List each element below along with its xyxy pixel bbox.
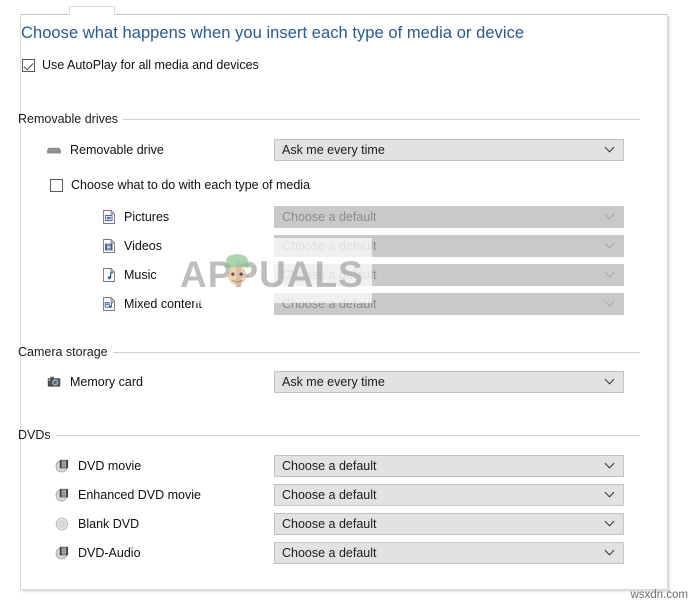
row-label-group: Music [102,263,157,287]
dropdown-value: Ask me every time [282,375,385,389]
row-mixed-content: Mixed content Choose a default [18,292,640,316]
memory-card-dropdown[interactable]: Ask me every time [274,371,624,393]
chevron-down-icon [606,144,615,153]
section-removable-drives: Removable drives [18,112,640,126]
row-memory-card: Memory card Ask me every time [18,370,640,394]
window-tab-notch [69,6,115,15]
choose-per-media-checkbox[interactable]: Choose what to do with each type of medi… [50,175,310,195]
row-label-group: DVD movie [54,454,141,478]
row-label: Pictures [124,210,170,224]
section-dvds: DVDs [18,428,640,442]
section-camera-storage: Camera storage [18,345,640,359]
chevron-down-icon [606,298,615,307]
dropdown-value: Ask me every time [282,143,385,157]
dropdown-value: Choose a default [282,488,377,502]
chevron-down-icon [606,211,615,220]
dropdown-value: Choose a default [282,210,377,224]
wsxdn-watermark: wsxdn.com [630,589,688,601]
videos-dropdown[interactable]: Choose a default [274,235,624,257]
blank-disc-icon [54,516,70,532]
row-music: Music Choose a default [18,263,640,287]
row-label: DVD movie [78,459,142,473]
section-header: Camera storage [18,345,640,359]
use-autoplay-checkbox[interactable]: Use AutoPlay for all media and devices [22,58,259,72]
row-dvd-movie: DVD movie Choose a default [18,454,640,478]
pictures-file-icon [102,209,116,225]
dropdown-value: Choose a default [282,268,377,282]
chevron-down-icon [606,376,615,385]
enhanced-dvd-movie-dropdown[interactable]: Choose a default [274,484,624,506]
row-label-group: Videos [102,234,162,258]
row-videos: Videos Choose a default [18,234,640,258]
chevron-down-icon [606,269,615,278]
row-removable-drive: Removable drive Ask me every time [18,138,640,162]
dvd-movie-icon [54,487,70,503]
section-header: Removable drives [18,112,640,126]
use-autoplay-label: Use AutoPlay for all media and devices [42,58,259,72]
checkbox-box-unchecked[interactable] [50,178,63,192]
row-label: Mixed content [124,297,202,311]
videos-file-icon [102,238,116,254]
chevron-down-icon [606,489,615,498]
chevron-down-icon [606,460,615,469]
section-header: DVDs [18,428,640,442]
chevron-down-icon [606,518,615,527]
row-label: Enhanced DVD movie [78,488,201,502]
row-pictures: Pictures Choose a default [18,205,640,229]
chevron-down-icon [606,547,615,556]
dropdown-value: Choose a default [282,297,377,311]
choose-per-media-label: Choose what to do with each type of medi… [71,178,311,192]
dvd-movie-dropdown[interactable]: Choose a default [274,455,624,477]
section-title: Camera storage [18,345,108,359]
row-label-group: Blank DVD [54,512,139,536]
mixed-content-dropdown[interactable]: Choose a default [274,293,624,315]
music-dropdown[interactable]: Choose a default [274,264,624,286]
row-label-group: Enhanced DVD movie [54,483,201,507]
row-label: Memory card [70,375,143,389]
page-title: Choose what happens when you insert each… [21,24,525,42]
row-label-group: DVD-Audio [54,541,141,565]
pictures-dropdown[interactable]: Choose a default [274,206,624,228]
dropdown-value: Choose a default [282,517,377,531]
row-label: Removable drive [70,143,164,157]
row-label: DVD-Audio [78,546,141,560]
row-label-group: Pictures [102,205,169,229]
dropdown-value: Choose a default [282,239,377,253]
row-enhanced-dvd-movie: Enhanced DVD movie Choose a default [18,483,640,507]
panel-shadow-bottom [22,590,670,593]
dvd-audio-dropdown[interactable]: Choose a default [274,542,624,564]
mixed-content-file-icon [102,296,116,312]
row-label-group: Removable drive [46,138,164,162]
section-divider [55,434,640,436]
row-label: Music [124,268,157,282]
dropdown-value: Choose a default [282,459,377,473]
row-label: Blank DVD [78,517,140,531]
autoplay-settings-window: Choose what happens when you insert each… [0,0,696,604]
panel-shadow-right [668,16,671,592]
section-title: Removable drives [18,112,119,126]
dvd-movie-icon [54,458,70,474]
removable-drive-dropdown[interactable]: Ask me every time [274,139,624,161]
section-divider [112,351,640,353]
blank-dvd-dropdown[interactable]: Choose a default [274,513,624,535]
row-blank-dvd: Blank DVD Choose a default [18,512,640,536]
dvd-movie-icon [54,545,70,561]
chevron-down-icon [606,240,615,249]
row-label-group: Memory card [46,370,143,394]
camera-icon [46,374,62,390]
dropdown-value: Choose a default [282,546,377,560]
row-dvd-audio: DVD-Audio Choose a default [18,541,640,565]
checkbox-box-checked[interactable] [22,58,35,72]
section-divider [123,118,640,120]
music-file-icon [102,267,116,283]
section-title: DVDs [18,428,51,442]
row-label: Videos [124,239,162,253]
row-label-group: Mixed content [102,292,202,316]
usb-drive-icon [46,142,62,158]
